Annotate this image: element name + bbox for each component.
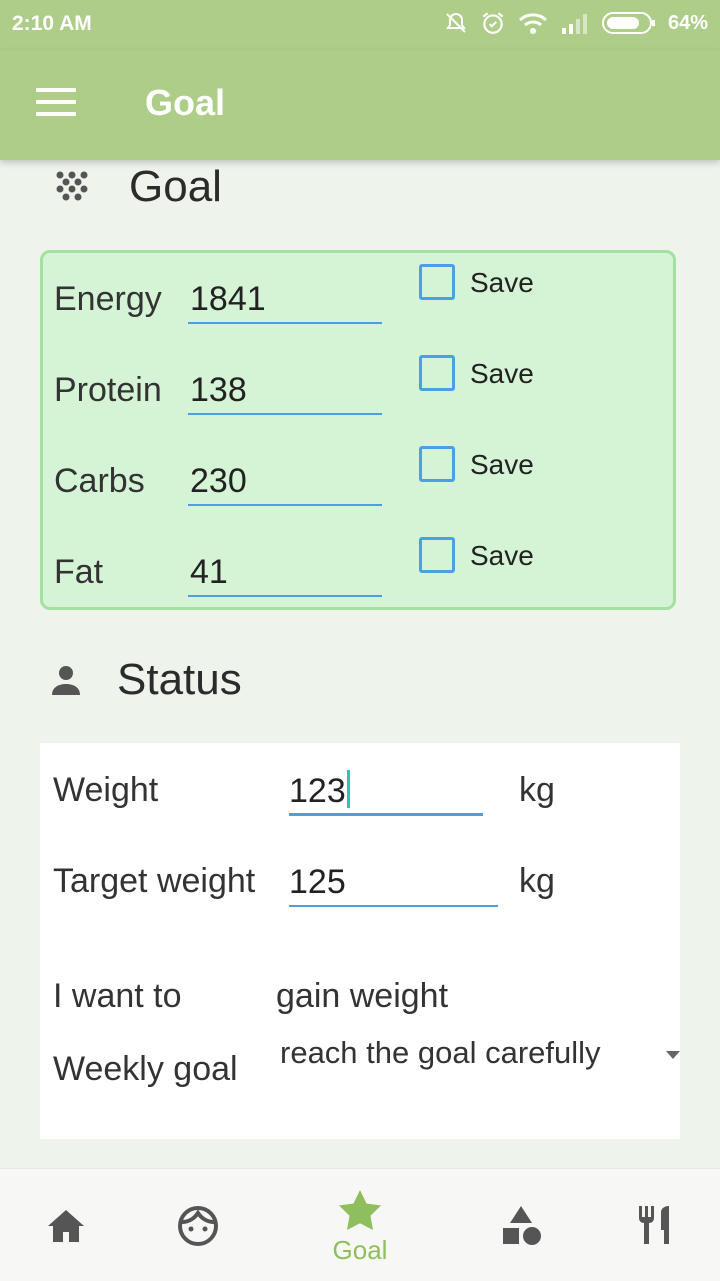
nav-goal-label: Goal <box>332 1235 388 1265</box>
energy-save-label[interactable]: Save <box>470 267 534 299</box>
fat-input[interactable]: 41 <box>188 547 382 597</box>
signal-icon <box>561 14 587 34</box>
goal-row-carbs: Carbs 230 Save <box>43 435 673 526</box>
text-caret <box>346 770 350 808</box>
battery-percent: 64% <box>667 11 708 34</box>
want-to-value[interactable]: gain weight <box>276 977 448 1016</box>
status-icons: 64% <box>444 10 708 36</box>
weight-label: Weight <box>53 771 159 809</box>
protein-label: Protein <box>54 371 162 409</box>
want-to-label: I want to <box>53 977 182 1015</box>
nav-home[interactable] <box>6 1169 126 1281</box>
star-icon <box>339 1190 381 1230</box>
weight-value: 123 <box>289 772 346 810</box>
restaurant-icon <box>639 1206 669 1244</box>
energy-label: Energy <box>54 280 162 318</box>
target-weight-unit: kg <box>519 862 555 900</box>
carbs-label: Carbs <box>54 462 145 500</box>
menu-icon[interactable] <box>36 88 76 120</box>
carbs-save-label[interactable]: Save <box>470 449 534 481</box>
wifi-icon <box>518 13 547 34</box>
goal-section-header: Goal <box>54 162 222 212</box>
goal-card: Energy 1841 Save Protein 138 Save Carbs … <box>40 250 676 610</box>
energy-input[interactable]: 1841 <box>188 274 382 324</box>
goal-row-fat: Fat 41 Save <box>43 526 673 617</box>
protein-input[interactable]: 138 <box>188 365 382 415</box>
weekly-goal-value: reach the goal carefully <box>280 1035 601 1070</box>
dots-icon <box>56 171 88 201</box>
nav-categories[interactable] <box>462 1169 582 1281</box>
weight-unit: kg <box>519 771 555 809</box>
goal-row-energy: Energy 1841 Save <box>43 253 673 344</box>
carbs-save-checkbox[interactable] <box>419 446 455 482</box>
home-icon <box>48 1210 84 1242</box>
status-card: Weight 123 kg Target weight 125 kg I wan… <box>40 743 680 1139</box>
energy-save-checkbox[interactable] <box>419 264 455 300</box>
status-bar: 2:10 AM 64% <box>0 0 720 50</box>
nav-profile[interactable] <box>138 1169 258 1281</box>
weight-input[interactable]: 123 <box>289 766 483 816</box>
weekly-goal-label: Weekly goal <box>53 1050 238 1088</box>
nav-meals[interactable] <box>595 1169 715 1281</box>
shapes-icon <box>503 1206 541 1245</box>
status-section-title: Status <box>117 655 242 704</box>
bottom-navigation: Goal <box>0 1168 720 1281</box>
face-icon <box>178 1206 218 1246</box>
goal-row-protein: Protein 138 Save <box>43 344 673 435</box>
carbs-input[interactable]: 230 <box>188 456 382 506</box>
app-bar-title: Goal <box>145 82 226 123</box>
nav-goal[interactable]: Goal <box>300 1169 420 1281</box>
status-time: 2:10 AM <box>12 12 92 35</box>
target-weight-label: Target weight <box>53 862 256 900</box>
status-section-header: Status <box>50 655 242 705</box>
fat-save-checkbox[interactable] <box>419 537 455 573</box>
battery-icon <box>601 12 655 34</box>
goal-section-title: Goal <box>129 162 222 211</box>
fat-label: Fat <box>54 553 104 591</box>
weekly-goal-dropdown[interactable]: reach the goal carefully <box>280 1033 680 1083</box>
protein-save-label[interactable]: Save <box>470 358 534 390</box>
app-bar: Goal <box>0 50 720 160</box>
dropdown-arrow-icon <box>666 1051 680 1059</box>
target-weight-input[interactable]: 125 <box>289 857 498 907</box>
person-icon <box>52 666 80 695</box>
mute-notification-icon <box>446 12 466 33</box>
alarm-icon <box>482 12 504 34</box>
fat-save-label[interactable]: Save <box>470 540 534 572</box>
protein-save-checkbox[interactable] <box>419 355 455 391</box>
